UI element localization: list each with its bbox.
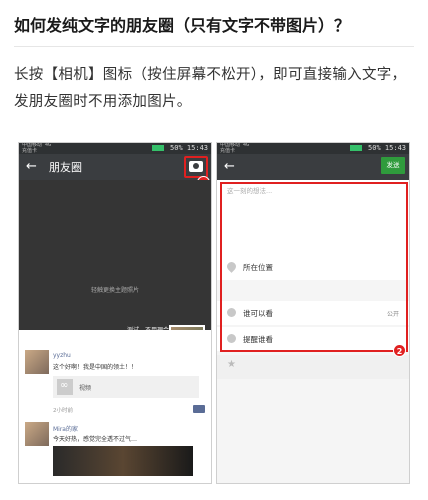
avatar[interactable] (25, 350, 49, 374)
battery-text: 50% (368, 144, 381, 152)
time-text: 15:43 (186, 144, 208, 152)
moments-feed: yyzhu 这个好啊！我是中国的领土！！ 视频 2小时前 Mira的家 今天好热… (19, 330, 211, 483)
step-badge-2: 2 (393, 344, 406, 357)
compose-screenshot: 中国移动 4G 充值卡 50% 15:43 ← 发送 这一刻的想法... 所在位… (216, 142, 410, 484)
article-title: 如何发纯文字的朋友圈（只有文字不带图片）？ (14, 16, 351, 35)
page-title: 朋友圈 (49, 161, 82, 174)
cover-photo[interactable]: 轻触更换主题照片 测试，不用理会 (19, 180, 211, 361)
post-text: 今天好热，感觉完全透不过气… (53, 436, 138, 443)
link-title: 视频 (79, 385, 92, 392)
compose-navbar: ← 发送 (217, 154, 409, 180)
star-icon: ★ (227, 359, 236, 370)
time-text: 15:43 (384, 144, 406, 152)
avatar[interactable] (25, 422, 49, 446)
link-card[interactable]: 视频 (53, 376, 199, 398)
status-bar: 中国移动 4G 充值卡 50% 15:43 (217, 143, 409, 154)
compose-body: 这一刻的想法... 所在位置 谁可以看 公开 提醒谁看 ★ 2 (217, 180, 409, 483)
battery-text: 50% (170, 144, 183, 152)
link-icon (57, 379, 73, 395)
highlight-frame (220, 182, 408, 352)
signal-icon (151, 145, 164, 151)
comment-icon[interactable] (193, 405, 205, 413)
back-arrow-icon[interactable]: ← (224, 159, 235, 174)
signal-icon (349, 145, 362, 151)
moments-screenshot: 中国移动 4G 充值卡 50% 15:43 ← 朋友圈 1 轻触更换主题照片 测… (18, 142, 212, 484)
moments-navbar: ← 朋友圈 (19, 154, 211, 180)
send-button[interactable]: 发送 (381, 157, 405, 174)
back-arrow-icon[interactable]: ← (26, 159, 37, 174)
post-author[interactable]: Mira的家 (53, 424, 78, 433)
list-item: Mira的家 今天好热，感觉完全透不过气… (19, 422, 211, 482)
divider (14, 46, 414, 47)
status-bar: 中国移动 4G 充值卡 50% 15:43 (19, 143, 211, 154)
carrier-text: 中国移动 4G 充值卡 (22, 142, 52, 154)
camera-icon (189, 161, 203, 172)
list-item: yyzhu 这个好啊！我是中国的领土！！ 视频 2小时前 (19, 350, 211, 430)
post-author[interactable]: yyzhu (53, 352, 71, 359)
post-text: 这个好啊！我是中国的领土！！ (53, 364, 138, 371)
cover-hint: 轻触更换主题照片 (90, 287, 139, 294)
post-time: 2小时前 (53, 408, 73, 414)
more-row[interactable]: ★ (217, 355, 409, 379)
camera-button[interactable] (184, 156, 208, 178)
post-photo[interactable] (53, 446, 193, 476)
article-body: 长按【相机】图标（按住屏幕不松开），即可直接输入文字，发朋友圈时不用添加图片。 (14, 67, 407, 110)
carrier-text: 中国移动 4G 充值卡 (220, 142, 250, 154)
